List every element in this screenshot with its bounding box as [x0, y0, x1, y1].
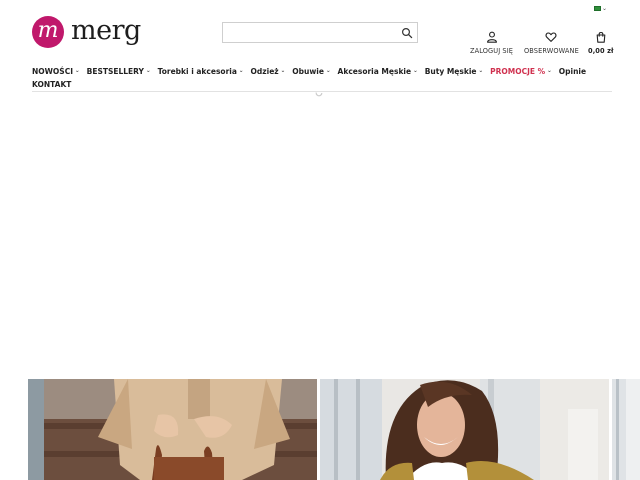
nav-item-buty-meskie[interactable]: Buty Męskie ⌄: [425, 67, 483, 76]
flag-icon: [594, 6, 601, 11]
chevron-down-icon: ⌄: [413, 68, 418, 74]
nav-item-kontakt[interactable]: KONTAKT: [32, 80, 71, 89]
favorites-label: OBSERWOWANE: [524, 47, 579, 55]
logo-mark: m: [32, 16, 64, 48]
heart-icon: [545, 32, 557, 42]
nav-item-odziez[interactable]: Odzież ⌄: [251, 67, 286, 76]
nav-item-akcesoria-meskie[interactable]: Akcesoria Męskie ⌄: [338, 67, 418, 76]
cart-link[interactable]: 0,00 zł: [588, 31, 614, 55]
chevron-down-icon: ⌄: [75, 68, 80, 74]
search-icon[interactable]: [401, 27, 413, 39]
login-label: ZALOGUJ SIĘ: [470, 47, 514, 55]
logo[interactable]: m merg: [32, 16, 141, 48]
login-link[interactable]: ZALOGUJ SIĘ: [470, 31, 513, 55]
nav-item-bestsellery[interactable]: BESTSELLERY ⌄: [87, 67, 151, 76]
banner-image-smiling-woman: [320, 379, 609, 480]
banner-3[interactable]: [612, 379, 640, 480]
logo-text: merg: [71, 14, 141, 46]
nav-item-nowosci[interactable]: NOWOŚCI ⌄: [32, 67, 80, 76]
nav-item-opinie[interactable]: Opinie: [559, 67, 586, 76]
search-input[interactable]: [223, 26, 393, 46]
main-nav: NOWOŚCI ⌄ BESTSELLERY ⌄ Torebki i akcesori…: [32, 66, 612, 89]
banner-image-partial: [612, 379, 640, 480]
chevron-down-icon: ⌄: [547, 68, 552, 74]
language-selector[interactable]: ⌄: [594, 5, 607, 12]
page: ⌄ m merg ZALOGUJ SIĘ OBSERWOWANE 0,00 zł…: [0, 0, 640, 480]
banner-1[interactable]: [28, 379, 317, 480]
search-box: [222, 22, 418, 46]
banner-row: [0, 379, 640, 480]
banner-image-woman-with-bag: [28, 379, 317, 480]
chevron-down-icon: ⌄: [602, 5, 608, 12]
nav-item-promocje[interactable]: PROMOCJE % ⌄: [490, 67, 552, 76]
nav-item-obuwie[interactable]: Obuwie ⌄: [292, 67, 330, 76]
nav-item-torebki[interactable]: Torebki i akcesoria ⌄: [158, 67, 244, 76]
user-icon: [486, 31, 497, 43]
banner-2[interactable]: [320, 379, 609, 480]
cart-total: 0,00 zł: [588, 47, 614, 55]
nav-row-1: NOWOŚCI ⌄ BESTSELLERY ⌄ Torebki i akcesori…: [32, 66, 612, 76]
chevron-down-icon: ⌄: [238, 68, 244, 74]
favorites-link[interactable]: OBSERWOWANE: [524, 31, 579, 55]
loading-spinner-icon: [315, 89, 323, 97]
chevron-down-icon: ⌄: [145, 68, 151, 74]
chevron-down-icon: ⌄: [280, 68, 286, 74]
nav-row-2: KONTAKT: [32, 79, 612, 89]
shopping-bag-icon: [596, 31, 606, 43]
chevron-down-icon: ⌄: [325, 68, 331, 74]
chevron-down-icon: ⌄: [478, 68, 484, 74]
